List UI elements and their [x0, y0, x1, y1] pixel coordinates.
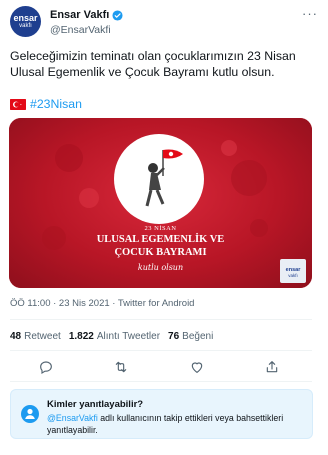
media-title-line2: ÇOCUK BAYRAMI: [114, 247, 207, 258]
tweet-actions-bar: [0, 356, 328, 378]
display-name[interactable]: Ensar Vakfı: [50, 9, 109, 21]
tweet-text: Geleceğimizin teminatı olan çocuklarımız…: [10, 49, 296, 79]
tweet-stats: 48 Retweet 1.822 Alıntı Tweetler 76 Beğe…: [10, 331, 213, 342]
mention-link[interactable]: @EnsarVakfi: [47, 413, 98, 423]
quotes-stat[interactable]: 1.822 Alıntı Tweetler: [69, 331, 160, 342]
likes-stat[interactable]: 76 Beğeni: [168, 331, 213, 342]
quotes-label: Alıntı Tweetler: [96, 331, 161, 342]
likes-label: Beğeni: [182, 331, 214, 342]
turkey-flag-icon: [10, 98, 26, 110]
more-options-icon[interactable]: ···: [302, 6, 318, 21]
tweet-header: ensar vakfı Ensar Vakfı @EnsarVakfi ···: [10, 6, 320, 38]
avatar-text-line2: vakfı: [19, 23, 32, 29]
divider: [10, 381, 312, 382]
like-icon[interactable]: [189, 359, 205, 375]
retweets-label: Retweet: [24, 331, 61, 342]
corner-logo-line2: vakfı: [288, 273, 298, 278]
reply-restriction-title: Kimler yanıtlayabilir?: [47, 399, 144, 410]
reply-restriction-body: @EnsarVakfi adlı kullanıcının takip etti…: [47, 412, 305, 436]
reply-restriction-icon: [21, 405, 39, 423]
retweets-count: 48: [10, 331, 22, 342]
user-handle[interactable]: @EnsarVakfi: [50, 24, 111, 36]
reply-restriction-notice: Kimler yanıtlayabilir? @EnsarVakfi adlı …: [10, 389, 313, 439]
child-with-flag-icon: [145, 149, 183, 207]
hashtag-link[interactable]: #23Nisan: [30, 96, 82, 112]
verified-badge-icon: [112, 9, 123, 21]
media-title-line1: ULUSAL EGEMENLİK VE: [96, 234, 225, 245]
likes-count: 76: [168, 331, 180, 342]
hashtag-line: #23Nisan: [10, 96, 82, 112]
tweet-media-image[interactable]: 23 NİSAN ULUSAL EGEMENLİK VE ÇOCUK BAYRA…: [9, 118, 312, 288]
reply-icon[interactable]: [38, 359, 54, 375]
avatar[interactable]: ensar vakfı: [10, 6, 41, 37]
share-icon[interactable]: [264, 359, 280, 375]
quotes-count: 1.822: [68, 331, 94, 342]
divider: [10, 319, 312, 320]
media-corner-logo: ensar vakfı: [280, 259, 306, 283]
retweets-stat[interactable]: 48 Retweet: [10, 331, 61, 342]
retweet-icon[interactable]: [113, 359, 129, 375]
media-script-text: kutlu olsun: [137, 263, 184, 272]
media-date-text: 23 NİSAN: [144, 225, 177, 232]
avatar-text-line1: ensar: [13, 13, 38, 23]
display-name-row[interactable]: Ensar Vakfı: [50, 9, 123, 21]
divider: [10, 350, 312, 351]
tweet-timestamp[interactable]: ÖÖ 11:00 · 23 Nis 2021 · Twitter for And…: [10, 298, 194, 309]
